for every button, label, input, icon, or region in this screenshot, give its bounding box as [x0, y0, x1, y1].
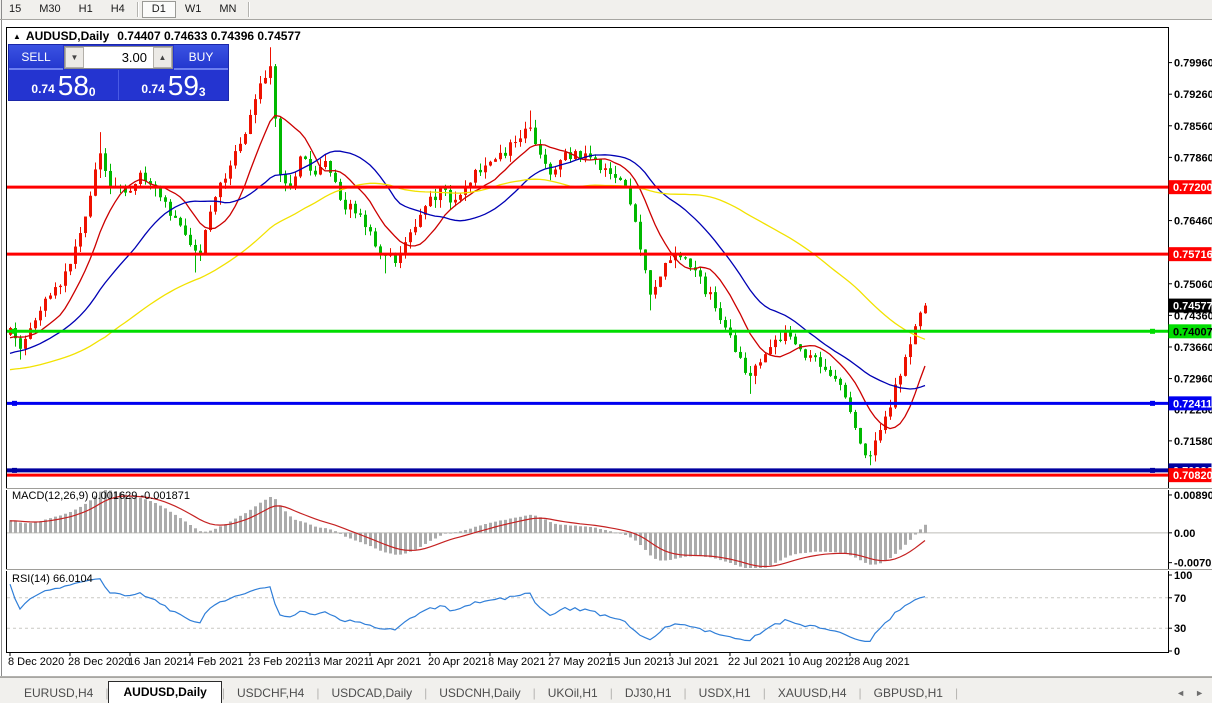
svg-text:13 Mar 2021: 13 Mar 2021 — [308, 656, 370, 668]
svg-text:0.76460: 0.76460 — [1174, 216, 1212, 228]
hline-0.74007[interactable] — [7, 329, 1168, 334]
svg-text:4 Feb 2021: 4 Feb 2021 — [188, 656, 244, 668]
sell-price-point: 0 — [89, 85, 96, 99]
chart-title: ▲ AUDUSD,Daily 0.74407 0.74633 0.74396 0.7… — [13, 29, 301, 43]
svg-text:1 Apr 2021: 1 Apr 2021 — [368, 656, 421, 668]
axis-label-0.77200: 0.77200 — [1169, 180, 1212, 194]
svg-text:0.008904: 0.008904 — [1174, 490, 1212, 502]
svg-text:22 Jul 2021: 22 Jul 2021 — [728, 656, 785, 668]
svg-text:16 Jan 2021: 16 Jan 2021 — [128, 656, 189, 668]
line-handle-icon[interactable] — [1150, 329, 1155, 334]
line-handle-icon[interactable] — [1150, 401, 1155, 406]
svg-text:0.72960: 0.72960 — [1174, 374, 1212, 386]
macd-signal-line — [10, 496, 925, 567]
svg-text:0.74007: 0.74007 — [1173, 326, 1212, 338]
price-axis: 0.79960 0.79260 0.78560 0.77860 0.76460 0.750… — [1168, 58, 1212, 658]
svg-text:3 Jul 2021: 3 Jul 2021 — [668, 656, 719, 668]
chart-ohlc-values: 0.74407 0.74633 0.74396 0.74577 — [117, 29, 301, 43]
buy-price-tile[interactable]: 0.74 59 3 — [118, 70, 228, 100]
svg-text:0.00: 0.00 — [1174, 528, 1195, 540]
svg-text:20 Apr 2021: 20 Apr 2021 — [428, 656, 487, 668]
svg-text:0.72411: 0.72411 — [1173, 398, 1212, 410]
axis-label-0.75716: 0.75716 — [1169, 247, 1212, 261]
sell-button[interactable]: SELL — [9, 45, 63, 70]
svg-text:27 May 2021: 27 May 2021 — [548, 656, 612, 668]
svg-text:0.77200: 0.77200 — [1173, 182, 1212, 194]
line-handle-icon[interactable] — [12, 468, 17, 473]
line-handle-icon[interactable] — [12, 401, 17, 406]
svg-text:15 Jun 2021: 15 Jun 2021 — [608, 656, 669, 668]
svg-text:0.74577: 0.74577 — [1173, 301, 1212, 313]
svg-text:28 Dec 2020: 28 Dec 2020 — [68, 656, 130, 668]
volume-decrease-button[interactable]: ▼ — [65, 47, 84, 68]
svg-text:0.79960: 0.79960 — [1174, 58, 1212, 70]
horizontal-levels — [7, 187, 1168, 475]
svg-text:0.73660: 0.73660 — [1174, 342, 1212, 354]
rsi-name: RSI(14) — [12, 573, 50, 585]
sell-price-base: 0.74 — [31, 82, 54, 99]
svg-text:70: 70 — [1174, 593, 1186, 605]
current-price-label: 0.74577 — [1169, 299, 1212, 313]
volume-control: ▼ 3.00 ▲ — [64, 46, 173, 69]
buy-button[interactable]: BUY — [174, 45, 228, 70]
rsi-indicator-label: RSI(14) 66.0104 — [12, 573, 93, 585]
rsi-value: 66.0104 — [53, 573, 93, 585]
axis-label-0.74007: 0.74007 — [1169, 324, 1212, 338]
hline-0.70926[interactable] — [7, 468, 1168, 473]
axis-label-0.72411: 0.72411 — [1169, 396, 1212, 410]
trading-app: 15M30H1H4D1W1MN 0.799600.792600.785600.7… — [0, 0, 1212, 703]
rsi-line — [10, 579, 925, 642]
svg-text:0.75716: 0.75716 — [1173, 249, 1212, 261]
macd-pane — [7, 490, 1168, 570]
pane-separator-rsi[interactable] — [6, 570, 1212, 571]
svg-text:28 Aug 2021: 28 Aug 2021 — [848, 656, 910, 668]
sell-price-pips: 58 — [58, 73, 89, 99]
svg-text:0: 0 — [1174, 646, 1180, 658]
svg-text:0.77860: 0.77860 — [1174, 152, 1212, 164]
chart-symbol-period: AUDUSD,Daily — [26, 29, 109, 43]
svg-text:0.70820: 0.70820 — [1173, 470, 1212, 482]
svg-text:0.75060: 0.75060 — [1174, 279, 1212, 291]
svg-text:100: 100 — [1174, 570, 1192, 582]
line-handle-icon[interactable] — [12, 329, 17, 334]
volume-increase-button[interactable]: ▲ — [153, 47, 172, 68]
volume-input[interactable]: 3.00 — [84, 47, 153, 68]
ma-fast-line — [10, 116, 925, 429]
macd-name: MACD(12,26,9) — [12, 490, 88, 502]
chart-frame — [0, 20, 1212, 677]
macd-indicator-label: MACD(12,26,9) 0.001629 -0.001871 — [12, 490, 190, 502]
rsi-pane — [7, 579, 1168, 642]
buy-price-point: 3 — [199, 85, 206, 99]
svg-text:8 May 2021: 8 May 2021 — [488, 656, 545, 668]
one-click-trading-panel: SELL ▼ 3.00 ▲ BUY 0.74 58 0 0.74 59 3 — [8, 44, 229, 101]
svg-text:30: 30 — [1174, 623, 1186, 635]
svg-text:0.79260: 0.79260 — [1174, 89, 1212, 101]
date-axis: 8 Dec 2020 28 Dec 202016 Jan 20214 Feb 20… — [8, 652, 910, 668]
buy-price-base: 0.74 — [141, 82, 164, 99]
svg-text:0.71580: 0.71580 — [1174, 436, 1212, 448]
ma-slow-line — [10, 179, 925, 370]
chart-svg[interactable]: 0.79960 0.79260 0.78560 0.77860 0.76460 0.750… — [0, 0, 1212, 703]
svg-text:23 Feb 2021: 23 Feb 2021 — [248, 656, 310, 668]
hline-0.72411[interactable] — [7, 401, 1168, 406]
svg-text:0.78560: 0.78560 — [1174, 121, 1212, 133]
sell-price-tile[interactable]: 0.74 58 0 — [9, 70, 118, 100]
axis-label-0.70820: 0.70820 — [1169, 468, 1212, 482]
collapse-triangle-icon[interactable]: ▲ — [13, 32, 21, 41]
svg-text:-0.007013: -0.007013 — [1174, 558, 1212, 570]
buy-price-pips: 59 — [168, 73, 199, 99]
svg-text:8 Dec 2020: 8 Dec 2020 — [8, 656, 64, 668]
macd-values: 0.001629 -0.001871 — [91, 490, 189, 502]
svg-text:10 Aug 2021: 10 Aug 2021 — [788, 656, 850, 668]
line-handle-icon[interactable] — [1150, 468, 1155, 473]
